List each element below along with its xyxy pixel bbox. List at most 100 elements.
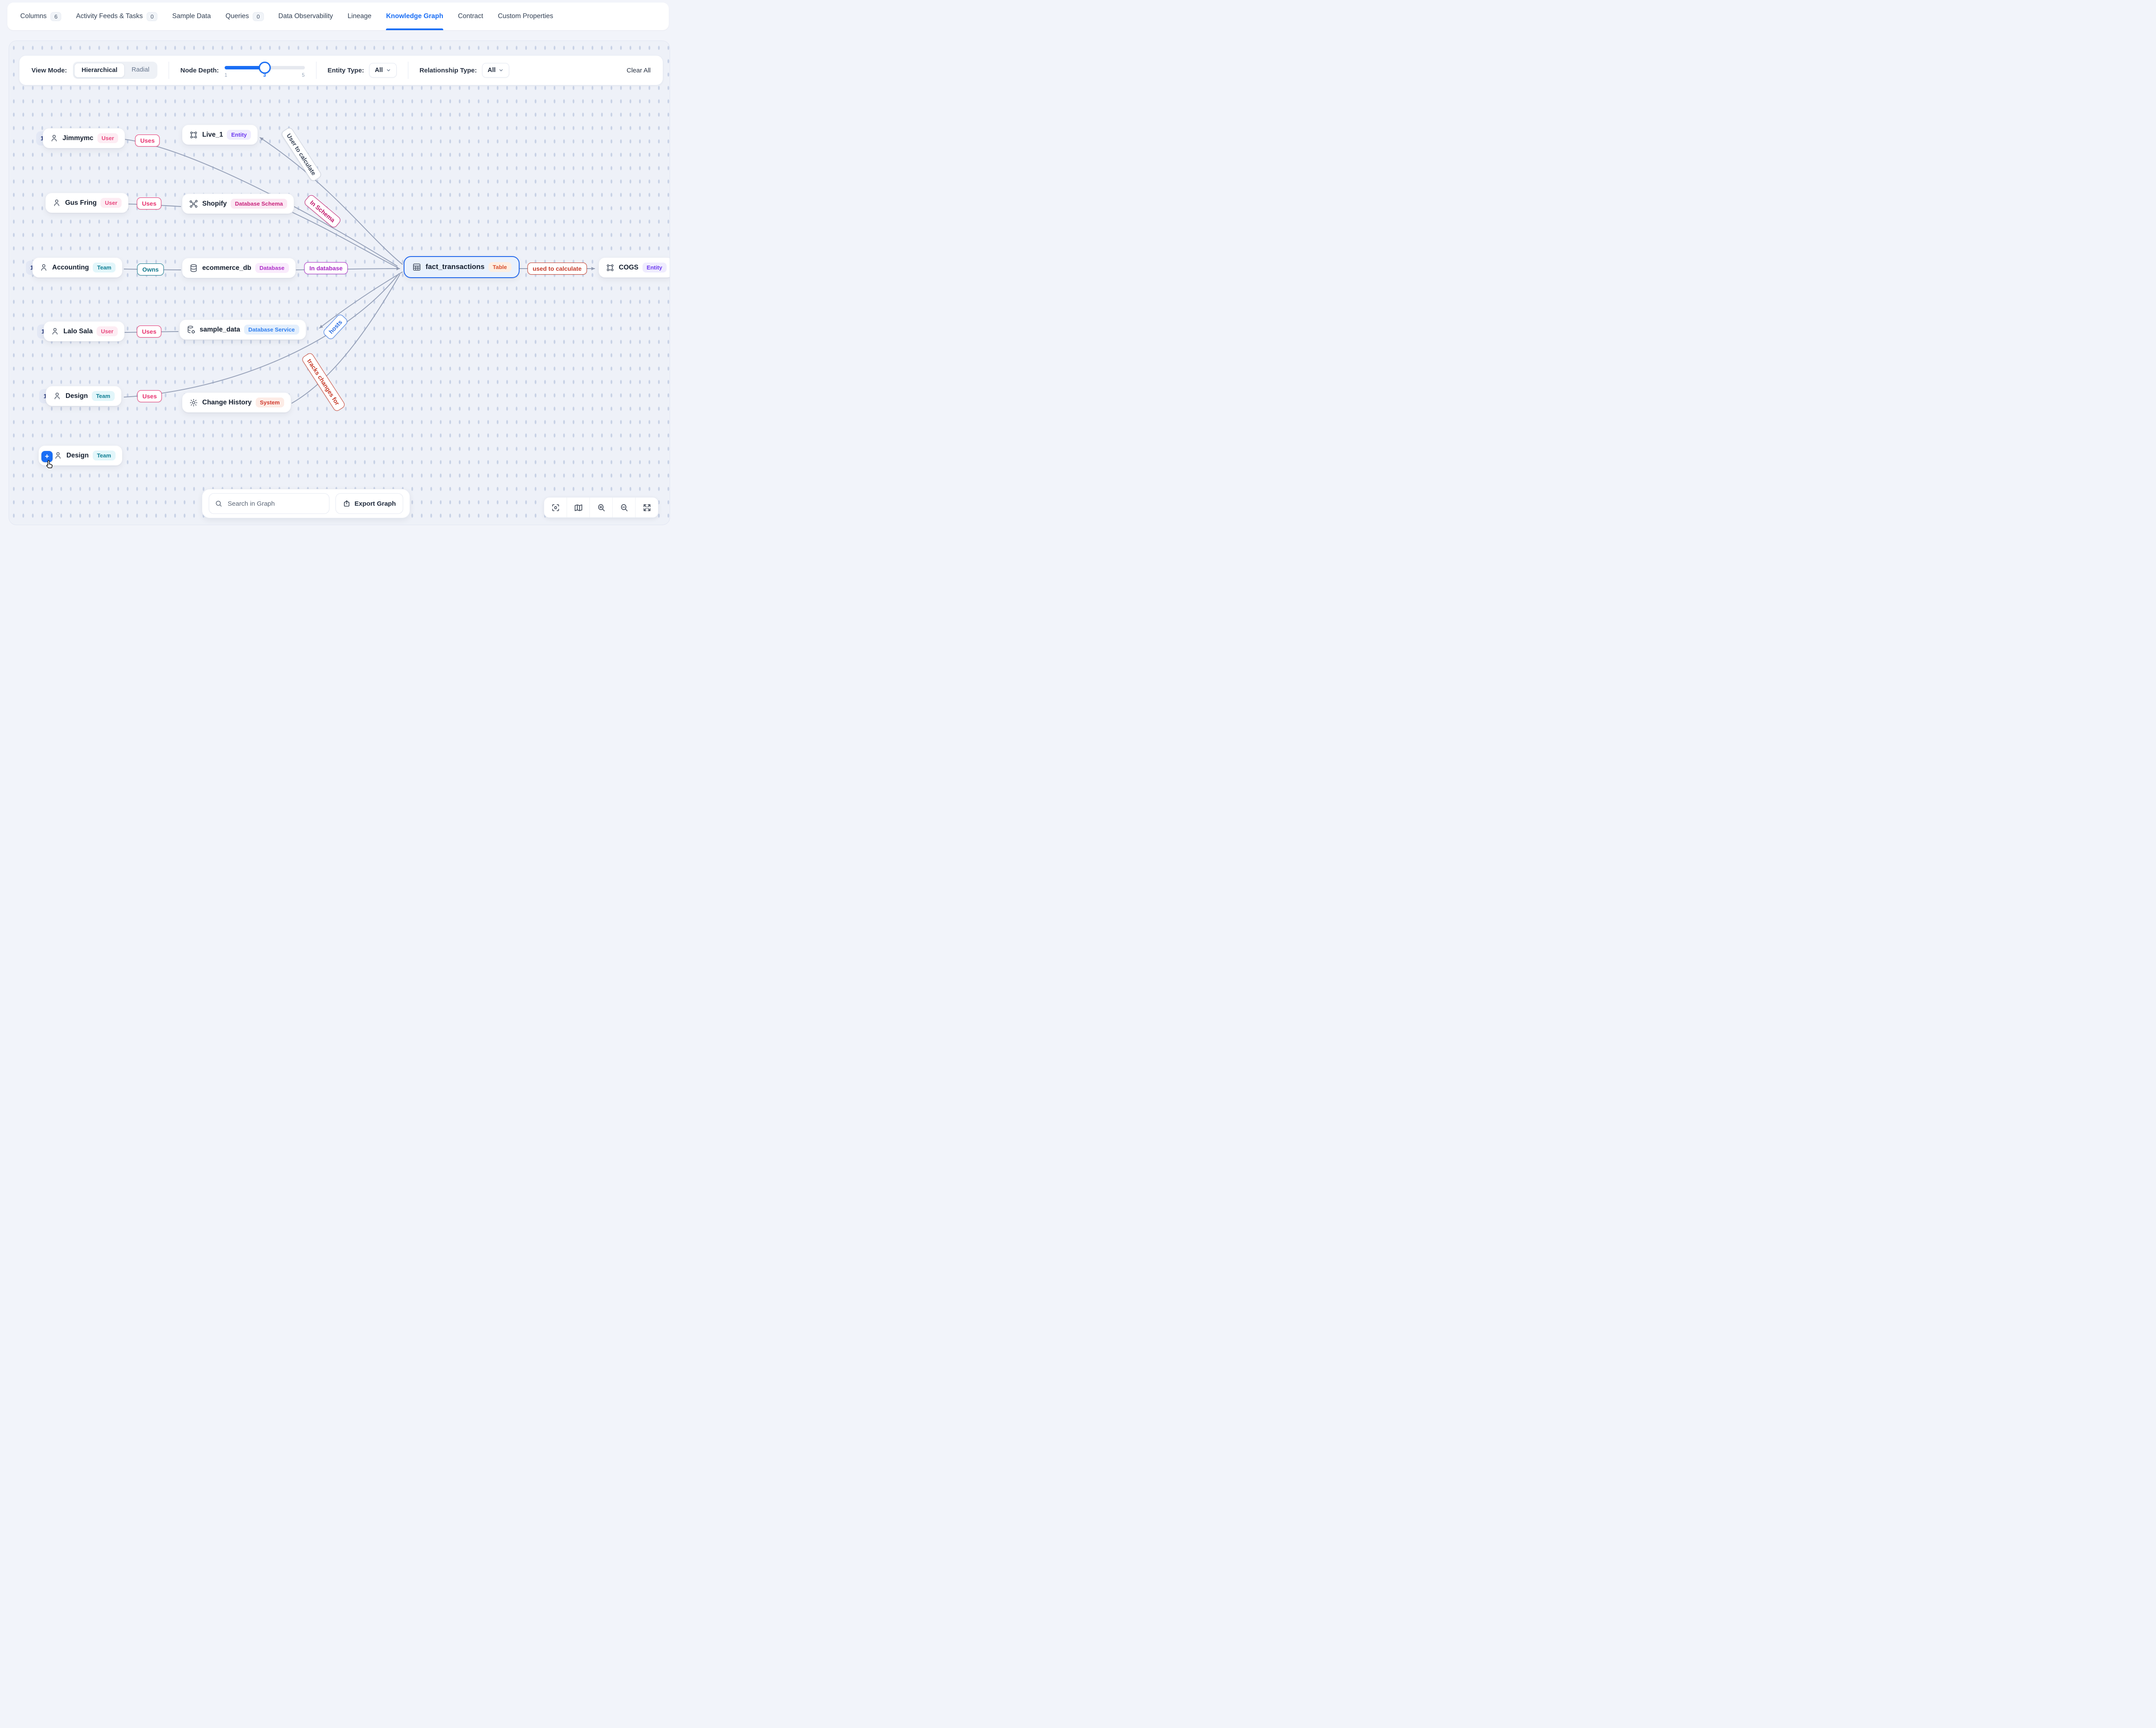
- export-graph-button[interactable]: Export Graph: [335, 493, 403, 514]
- center-focus-button[interactable]: [544, 498, 567, 517]
- node-gus-fring[interactable]: Gus Fring User: [45, 193, 128, 213]
- node-design-team[interactable]: 12 Design Team: [46, 386, 122, 406]
- chevron-down-icon: [498, 68, 504, 73]
- user-icon: [53, 391, 62, 401]
- tab-contract[interactable]: Contract: [458, 3, 483, 30]
- tick-min: 1: [225, 73, 227, 78]
- vector-square-icon: [605, 263, 615, 272]
- tab-knowledge-graph[interactable]: Knowledge Graph: [386, 3, 443, 30]
- fullscreen-button[interactable]: [635, 498, 658, 517]
- user-icon: [50, 327, 60, 336]
- graph-search-input[interactable]: [227, 500, 323, 508]
- tab-label: Activity Feeds & Tasks: [76, 13, 143, 20]
- zoom-in-icon: [597, 503, 606, 512]
- node-lalo-sala[interactable]: 12 Lalo Sala User: [44, 321, 125, 341]
- zoom-out-icon: [620, 503, 629, 512]
- edge-label-uses[interactable]: Uses: [137, 390, 162, 402]
- database-service-icon: [186, 325, 196, 335]
- edge-label-uses[interactable]: Uses: [135, 135, 160, 147]
- entity-type-label: Entity Type:: [328, 67, 364, 74]
- node-label: Lalo Sala: [63, 328, 93, 335]
- export-graph-label: Export Graph: [354, 500, 396, 507]
- node-change-history[interactable]: Change History System: [182, 392, 291, 413]
- edge-label-used-to-calculate[interactable]: used to calculate: [527, 263, 587, 275]
- tick-max: 5: [302, 73, 304, 78]
- node-depth-slider[interactable]: 1 3 5: [225, 61, 305, 80]
- vector-square-icon: [189, 130, 198, 140]
- tab-label: Sample Data: [172, 13, 211, 20]
- table-icon: [412, 262, 422, 272]
- graph-search-box[interactable]: [209, 493, 329, 514]
- view-mode-radial-button[interactable]: Radial: [125, 63, 156, 78]
- node-live-1[interactable]: Live_1 Entity: [182, 125, 258, 145]
- user-icon: [50, 134, 59, 143]
- tab-lineage[interactable]: Lineage: [348, 3, 371, 30]
- node-type-badge: Team: [93, 451, 116, 460]
- tab-label: Custom Properties: [498, 13, 553, 20]
- tab-activity-feeds[interactable]: Activity Feeds & Tasks 0: [76, 3, 157, 30]
- tab-label: Knowledge Graph: [386, 13, 443, 20]
- node-type-badge: System: [256, 398, 284, 407]
- node-type-badge: User: [100, 198, 122, 208]
- user-icon: [52, 198, 61, 207]
- schema-network-icon: [189, 199, 198, 209]
- node-label: Design: [66, 392, 88, 400]
- tab-queries[interactable]: Queries 0: [226, 3, 264, 30]
- node-type-badge: Team: [93, 263, 116, 272]
- zoom-in-button[interactable]: [589, 498, 612, 517]
- minimap-button[interactable]: [567, 498, 589, 517]
- node-cogs[interactable]: 12 COGS Entity: [599, 257, 670, 278]
- tab-data-observability[interactable]: Data Observability: [279, 3, 333, 30]
- zoom-out-button[interactable]: [612, 498, 635, 517]
- search-icon: [215, 500, 222, 507]
- graph-canvas[interactable]: View Mode: Hierarchical Radial Node Dept…: [9, 41, 670, 525]
- tab-count-badge: 6: [50, 12, 61, 21]
- node-label: COGS: [619, 264, 639, 272]
- node-label: Jimmymc: [63, 135, 94, 142]
- clear-all-button[interactable]: Clear All: [627, 67, 651, 74]
- node-type-badge: Team: [92, 391, 115, 401]
- node-jimmymc[interactable]: 12 Jimmymc User: [43, 128, 125, 148]
- node-type-badge: User: [97, 133, 119, 143]
- slider-handle[interactable]: [259, 62, 271, 74]
- node-ecommerce-db[interactable]: ecommerce_db Database: [182, 258, 296, 278]
- user-icon: [39, 263, 48, 272]
- graph-footer-panel: Export Graph: [202, 489, 410, 518]
- mouse-cursor-icon: [44, 460, 55, 473]
- node-shopify[interactable]: Shopify Database Schema: [182, 194, 294, 214]
- entity-type-value: All: [375, 67, 383, 74]
- entity-type-dropdown[interactable]: All: [369, 63, 397, 78]
- export-icon: [343, 500, 351, 507]
- tab-count-badge: 0: [253, 12, 263, 21]
- relationship-type-label: Relationship Type:: [420, 67, 477, 74]
- node-label: Live_1: [202, 131, 223, 139]
- relationship-type-dropdown[interactable]: All: [482, 63, 510, 78]
- node-sample-data[interactable]: sample_data Database Service: [179, 319, 306, 340]
- edge-label-uses[interactable]: Uses: [137, 197, 161, 210]
- tab-label: Queries: [226, 13, 249, 20]
- node-fact-transactions[interactable]: fact_transactions Table: [404, 256, 520, 278]
- node-type-badge: User: [97, 326, 118, 336]
- node-design-team-collapsed[interactable]: Design Team +: [38, 445, 122, 466]
- tab-custom-properties[interactable]: Custom Properties: [498, 3, 553, 30]
- node-accounting[interactable]: 12 Accounting Team: [32, 257, 122, 278]
- edge-label-in-database[interactable]: In database: [304, 262, 348, 274]
- view-mode-hierarchical-button[interactable]: Hierarchical: [74, 63, 125, 78]
- fullscreen-icon: [642, 503, 652, 512]
- node-label: ecommerce_db: [202, 264, 251, 272]
- node-label: Shopify: [202, 200, 227, 208]
- tab-label: Lineage: [348, 13, 371, 20]
- node-label: Design: [66, 452, 89, 460]
- tab-sample-data[interactable]: Sample Data: [172, 3, 211, 30]
- relationship-type-value: All: [488, 67, 496, 74]
- edge-label-uses[interactable]: Uses: [137, 326, 161, 338]
- node-label: fact_transactions: [426, 263, 485, 271]
- node-depth-label: Node Depth:: [180, 67, 219, 74]
- edge-label-owns[interactable]: Owns: [137, 263, 164, 275]
- view-mode-segmented-control: Hierarchical Radial: [73, 62, 157, 79]
- node-label: Gus Fring: [65, 199, 97, 207]
- graph-filter-toolbar: View Mode: Hierarchical Radial Node Dept…: [19, 55, 663, 85]
- tab-label: Contract: [458, 13, 483, 20]
- user-icon: [53, 451, 63, 460]
- tab-columns[interactable]: Columns 6: [20, 3, 61, 30]
